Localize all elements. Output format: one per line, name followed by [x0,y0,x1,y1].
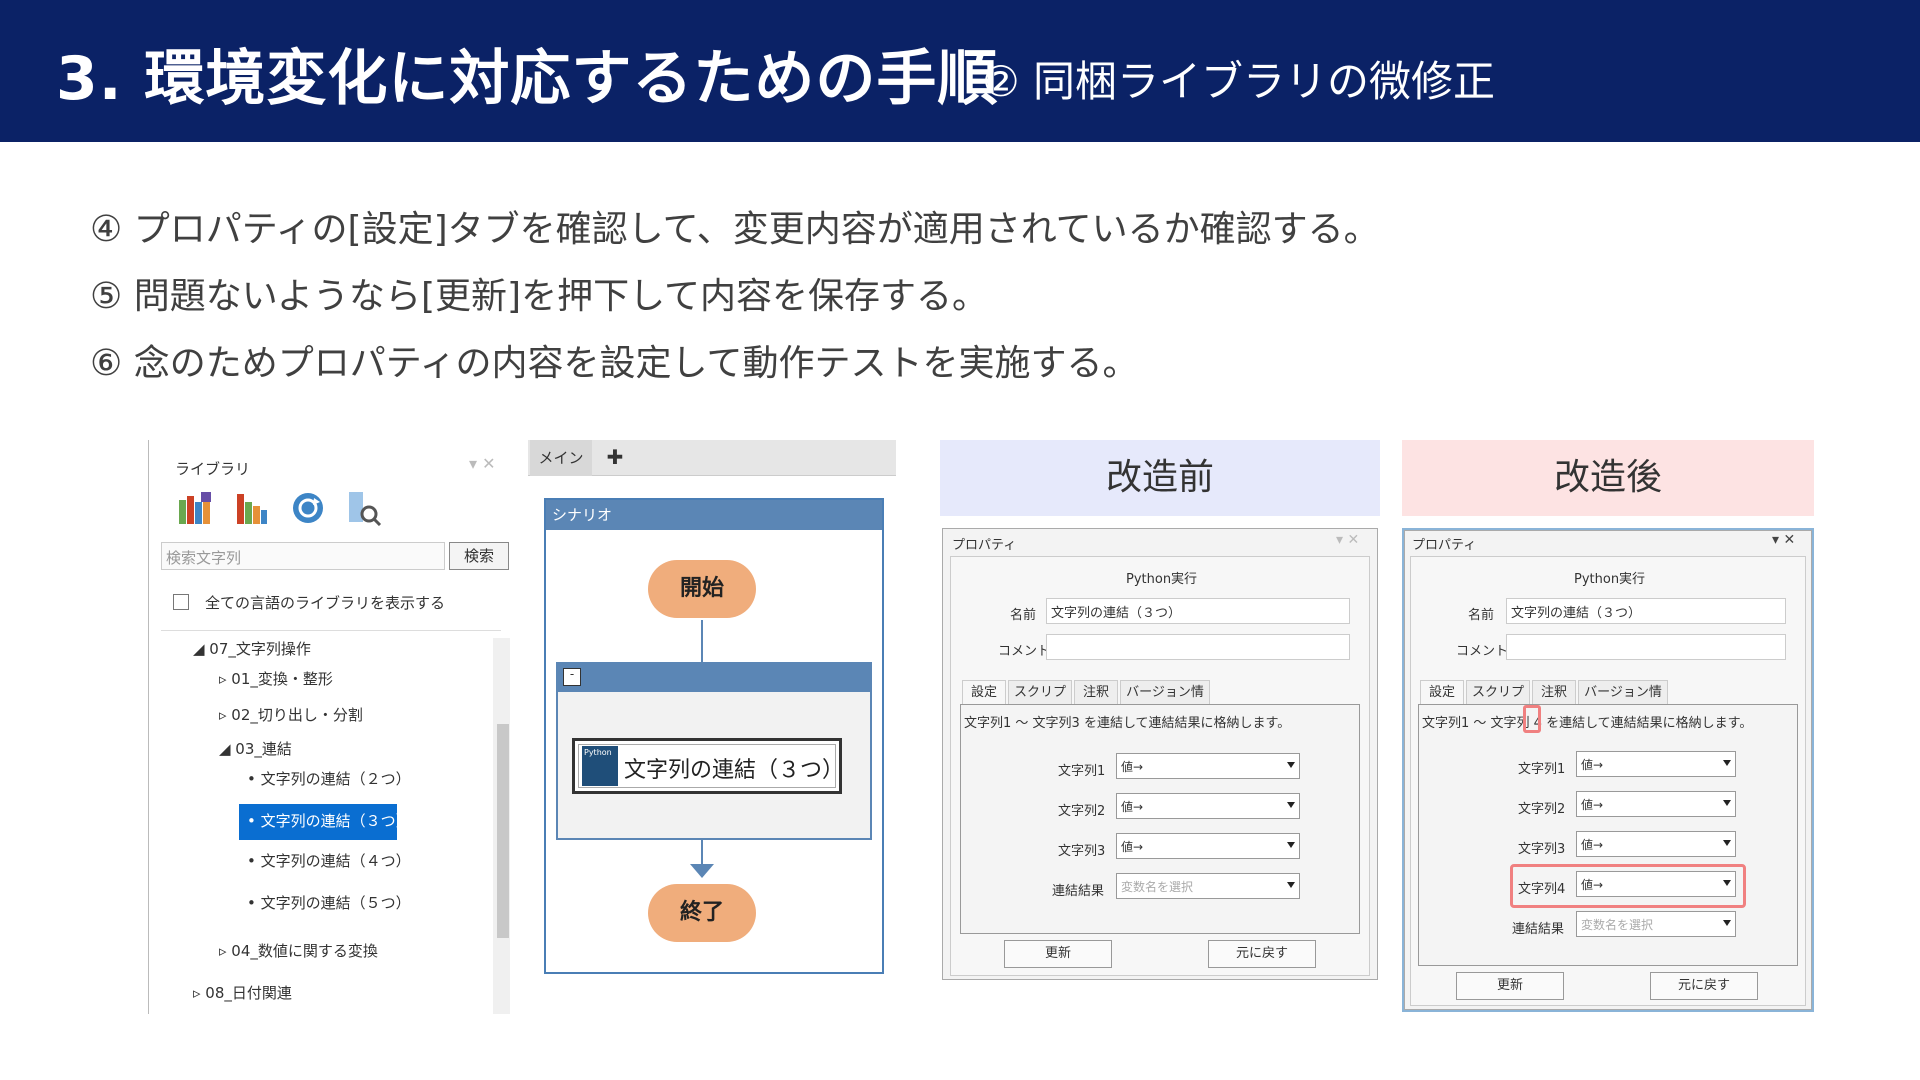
tree-node-03-concat[interactable]: ◢ 03_連結 [219,738,292,759]
tab-main[interactable]: メイン [530,440,592,476]
add-tab-button[interactable]: ✚ [604,440,626,476]
after-name-input[interactable]: 文字列の連結（３つ） [1506,598,1786,624]
before-result-label: 連結結果 [1052,884,1105,899]
step-4: ④ プロパティの[設定]タブを確認して、変更内容が適用されているか確認する。 [90,209,1380,250]
before-comment-label: コメント [998,644,1051,659]
after-tab-notes[interactable]: 注釈 [1532,680,1576,704]
before-revert-button[interactable]: 元に戻す [1208,940,1316,968]
flow-group-header [558,664,870,692]
before-tab-settings[interactable]: 設定 [962,680,1006,704]
library-search-input[interactable]: 検索文字列 [161,542,445,570]
close-icon[interactable]: ▾ ✕ [469,454,496,473]
python-icon: Python [582,746,618,786]
library-panel: ライブラリ ▾ ✕ 検索文字列 検索 全ての言語のライブラリを表示する ◢ 07… [148,440,510,1014]
tree-node-07-strings[interactable]: ◢ 07_文字列操作 [193,638,311,659]
chevron-down-icon [1723,800,1731,806]
after-tab-version[interactable]: バージョン情報 [1578,680,1668,724]
before-dialog-title: プロパティ [952,538,1017,553]
flow-action-label: 文字列の連結（３つ） [624,758,845,783]
chevron-down-icon [1287,802,1295,808]
flow-end-node[interactable]: 終了 [648,884,756,942]
refresh-icon[interactable] [289,490,327,526]
after-comment-label: コメント [1456,644,1509,659]
before-banner: 改造前 [940,440,1380,516]
before-name-input[interactable]: 文字列の連結（３つ） [1046,598,1350,624]
before-field-label-2: 文字列2 [1058,804,1106,819]
before-field-label-1: 文字列1 [1058,764,1106,779]
before-update-button[interactable]: 更新 [1004,940,1112,968]
slide-title: 3. 環境変化に対応するための手順 [56,44,999,114]
before-tab-notes[interactable]: 注釈 [1074,680,1118,704]
after-tab-script[interactable]: スクリプト [1466,680,1530,724]
chevron-down-icon [1287,842,1295,848]
close-icon[interactable]: ▾ ✕ [1336,532,1359,548]
flow-arrow-icon [690,864,714,878]
tree-node-01-convert[interactable]: ▹ 01_変換・整形 [219,668,333,689]
flow-start-node[interactable]: 開始 [648,560,756,618]
slide-subtitle: ② 同梱ライブラリの微修正 [982,57,1496,106]
after-comment-input[interactable] [1506,634,1786,660]
before-settings-panel [960,704,1360,934]
before-dialog-heading: Python実行 [1126,572,1198,587]
after-field-label-2: 文字列2 [1518,802,1566,817]
after-field-label-3: 文字列3 [1518,842,1566,857]
show-all-languages-label: 全ての言語のライブラリを表示する [205,594,446,612]
library-title: ライブラリ [175,460,251,478]
collapse-group-button[interactable]: - [563,668,581,686]
before-tab-version[interactable]: バージョン情報 [1120,680,1210,724]
after-dialog-title: プロパティ [1412,538,1477,553]
after-result-label: 連結結果 [1512,922,1565,937]
before-field-label-3: 文字列3 [1058,844,1106,859]
tree-node-04-numeric[interactable]: ▹ 04_数値に関する変換 [219,940,378,961]
after-dialog-heading: Python実行 [1574,572,1646,587]
change-highlight-description [1523,705,1541,733]
after-field-select-3[interactable]: 値→ [1576,831,1736,857]
after-description: 文字列1 ～ 文字列 4 を連結して連結結果に格納します。 [1422,716,1753,731]
flow-connector [701,620,703,662]
before-field-select-2[interactable]: 値→ [1116,793,1300,819]
after-field-select-1[interactable]: 値→ [1576,751,1736,777]
before-name-label: 名前 [1010,608,1037,623]
tree-item-concat-5[interactable]: • 文字列の連結（５つ） [247,892,411,913]
change-highlight-new-field [1510,864,1746,908]
before-result-select[interactable]: 変数名を選択 [1116,873,1300,899]
before-field-select-1[interactable]: 値→ [1116,753,1300,779]
before-description: 文字列1 ～ 文字列3 を連結して連結結果に格納します。 [964,716,1291,731]
after-banner: 改造後 [1402,440,1814,516]
chevron-down-icon [1723,760,1731,766]
after-name-label: 名前 [1468,608,1495,623]
tree-item-concat-2[interactable]: • 文字列の連結（２つ） [247,768,411,789]
before-tab-script[interactable]: スクリプト [1008,680,1072,724]
chevron-down-icon [1723,920,1731,926]
after-update-button[interactable]: 更新 [1456,972,1564,1000]
search-button[interactable]: 検索 [449,542,509,570]
show-all-languages-checkbox[interactable] [173,594,189,610]
before-comment-input[interactable] [1046,634,1350,660]
after-result-select[interactable]: 変数名を選択 [1576,911,1736,937]
library-books-icon[interactable] [177,490,215,526]
close-icon[interactable]: ▾ ✕ [1772,532,1795,548]
library-folder-icon[interactable] [233,490,271,526]
tree-node-08-date[interactable]: ▹ 08_日付関連 [193,982,292,1003]
tree-item-concat-4[interactable]: • 文字列の連結（４つ） [247,850,411,871]
tree-item-concat-3[interactable]: • 文字列の連結（３つ） [247,810,411,831]
library-search-icon[interactable] [345,490,383,526]
chevron-down-icon [1287,882,1295,888]
library-scrollbar-thumb[interactable] [497,724,509,938]
after-tab-settings[interactable]: 設定 [1420,680,1464,704]
tree-node-02-split[interactable]: ▹ 02_切り出し・分割 [219,704,363,725]
scenario-header: シナリオ [546,500,882,530]
chevron-down-icon [1723,840,1731,846]
chevron-down-icon [1287,762,1295,768]
after-field-label-1: 文字列1 [1518,762,1566,777]
after-revert-button[interactable]: 元に戻す [1650,972,1758,1000]
after-field-select-2[interactable]: 値→ [1576,791,1736,817]
step-6: ⑥ 念のためプロパティの内容を設定して動作テストを実施する。 [90,343,1139,384]
before-field-select-3[interactable]: 値→ [1116,833,1300,859]
step-5: ⑤ 問題ないようなら[更新]を押下して内容を保存する。 [90,276,989,317]
